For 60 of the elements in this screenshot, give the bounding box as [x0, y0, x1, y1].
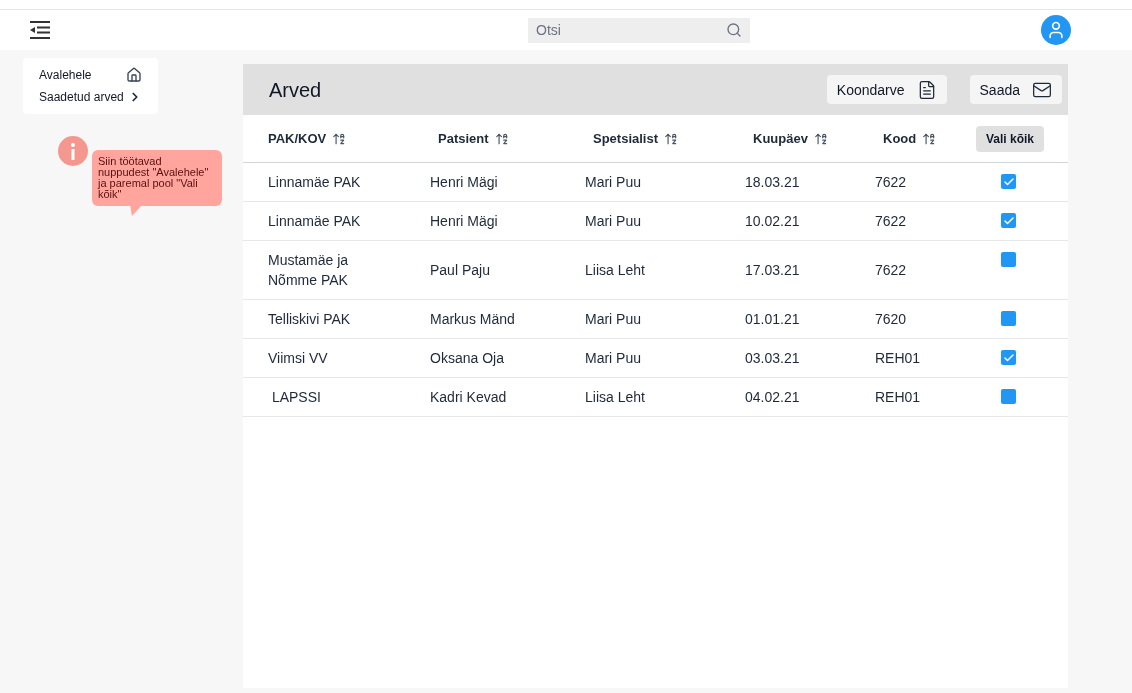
table-cell: Liisa Leht	[585, 262, 645, 278]
table-cell-text: Linnamäe PAK	[268, 173, 361, 192]
table-cell: 7622	[875, 213, 907, 229]
table-cell: Liisa Leht	[585, 389, 645, 405]
table-cell: Markus Mänd	[430, 311, 515, 327]
table-cell: 10.02.21	[745, 213, 800, 229]
row-checkbox[interactable]	[1001, 350, 1016, 365]
table-cell: Mari Puu	[585, 350, 642, 366]
table-cell: 17.03.21	[745, 262, 800, 278]
table-cell: 7622	[875, 262, 907, 278]
sort-icon[interactable]	[332, 131, 347, 146]
table-cell: 7620	[875, 311, 907, 327]
column-header[interactable]: Spetsialist	[593, 128, 659, 149]
sidebar-item[interactable]: Avalehele	[39, 66, 142, 84]
home-icon	[126, 67, 142, 83]
table-cell: 01.01.21	[745, 311, 800, 327]
table-cell: Kadri Kevad	[430, 389, 507, 405]
table-cell: Paul Paju	[430, 262, 490, 278]
table-cell: 7622	[875, 174, 907, 190]
table-cell-text: Linnamäe PAK	[268, 212, 361, 231]
row-checkbox[interactable]	[1001, 389, 1016, 404]
sort-icon[interactable]	[922, 131, 937, 146]
table-cell: 04.02.21	[745, 389, 800, 405]
panel-title: Arved	[269, 77, 323, 103]
table-cell: Mari Puu	[585, 311, 642, 327]
info-icon[interactable]	[58, 136, 88, 166]
select-all-button[interactable]: Vali kõik	[976, 125, 1045, 152]
column-header[interactable]: PAK/KOV	[268, 128, 327, 149]
table-cell: Mari Puu	[585, 213, 642, 229]
row-checkbox[interactable]	[1001, 174, 1016, 189]
row-checkbox[interactable]	[1001, 252, 1016, 267]
user-icon	[1046, 20, 1066, 40]
search-icon[interactable]	[726, 21, 742, 38]
table-cell: Henri Mägi	[430, 213, 498, 229]
sort-icon[interactable]	[664, 131, 679, 146]
table-cell: Henri Mägi	[430, 174, 498, 190]
column-header[interactable]: Kuupäev	[753, 128, 808, 149]
search-field[interactable]: Otsi	[528, 17, 750, 43]
sidebar-item[interactable]: Saadetud arved	[39, 88, 142, 106]
column-header[interactable]: Kood	[883, 128, 917, 149]
table-cell-text: Mustamäe ja Nõmme PAK	[268, 251, 350, 290]
table-cell: 03.03.21	[745, 350, 800, 366]
column-header[interactable]: Patsient	[438, 128, 489, 149]
tooltip-tail	[130, 205, 142, 216]
menu-collapse-icon[interactable]	[28, 20, 52, 40]
row-checkbox[interactable]	[1001, 311, 1016, 326]
table-cell: REH01	[875, 350, 921, 366]
sort-icon[interactable]	[494, 131, 509, 146]
table-cell: Oksana Oja	[430, 350, 504, 366]
table-cell-text: Telliskivi PAK	[268, 310, 351, 329]
toolbar-button[interactable]: Saada	[969, 75, 1062, 104]
table-cell-text: LAPSSI	[270, 388, 321, 407]
toolbar-button[interactable]: Koondarve	[826, 75, 947, 104]
table-cell: REH01	[875, 389, 921, 405]
user-avatar[interactable]	[1041, 15, 1071, 45]
table-cell: Mari Puu	[585, 174, 642, 190]
table-cell: 18.03.21	[745, 174, 800, 190]
table-cell-text: Viimsi VV	[268, 349, 328, 368]
sort-icon[interactable]	[813, 131, 828, 146]
row-checkbox[interactable]	[1001, 213, 1016, 228]
